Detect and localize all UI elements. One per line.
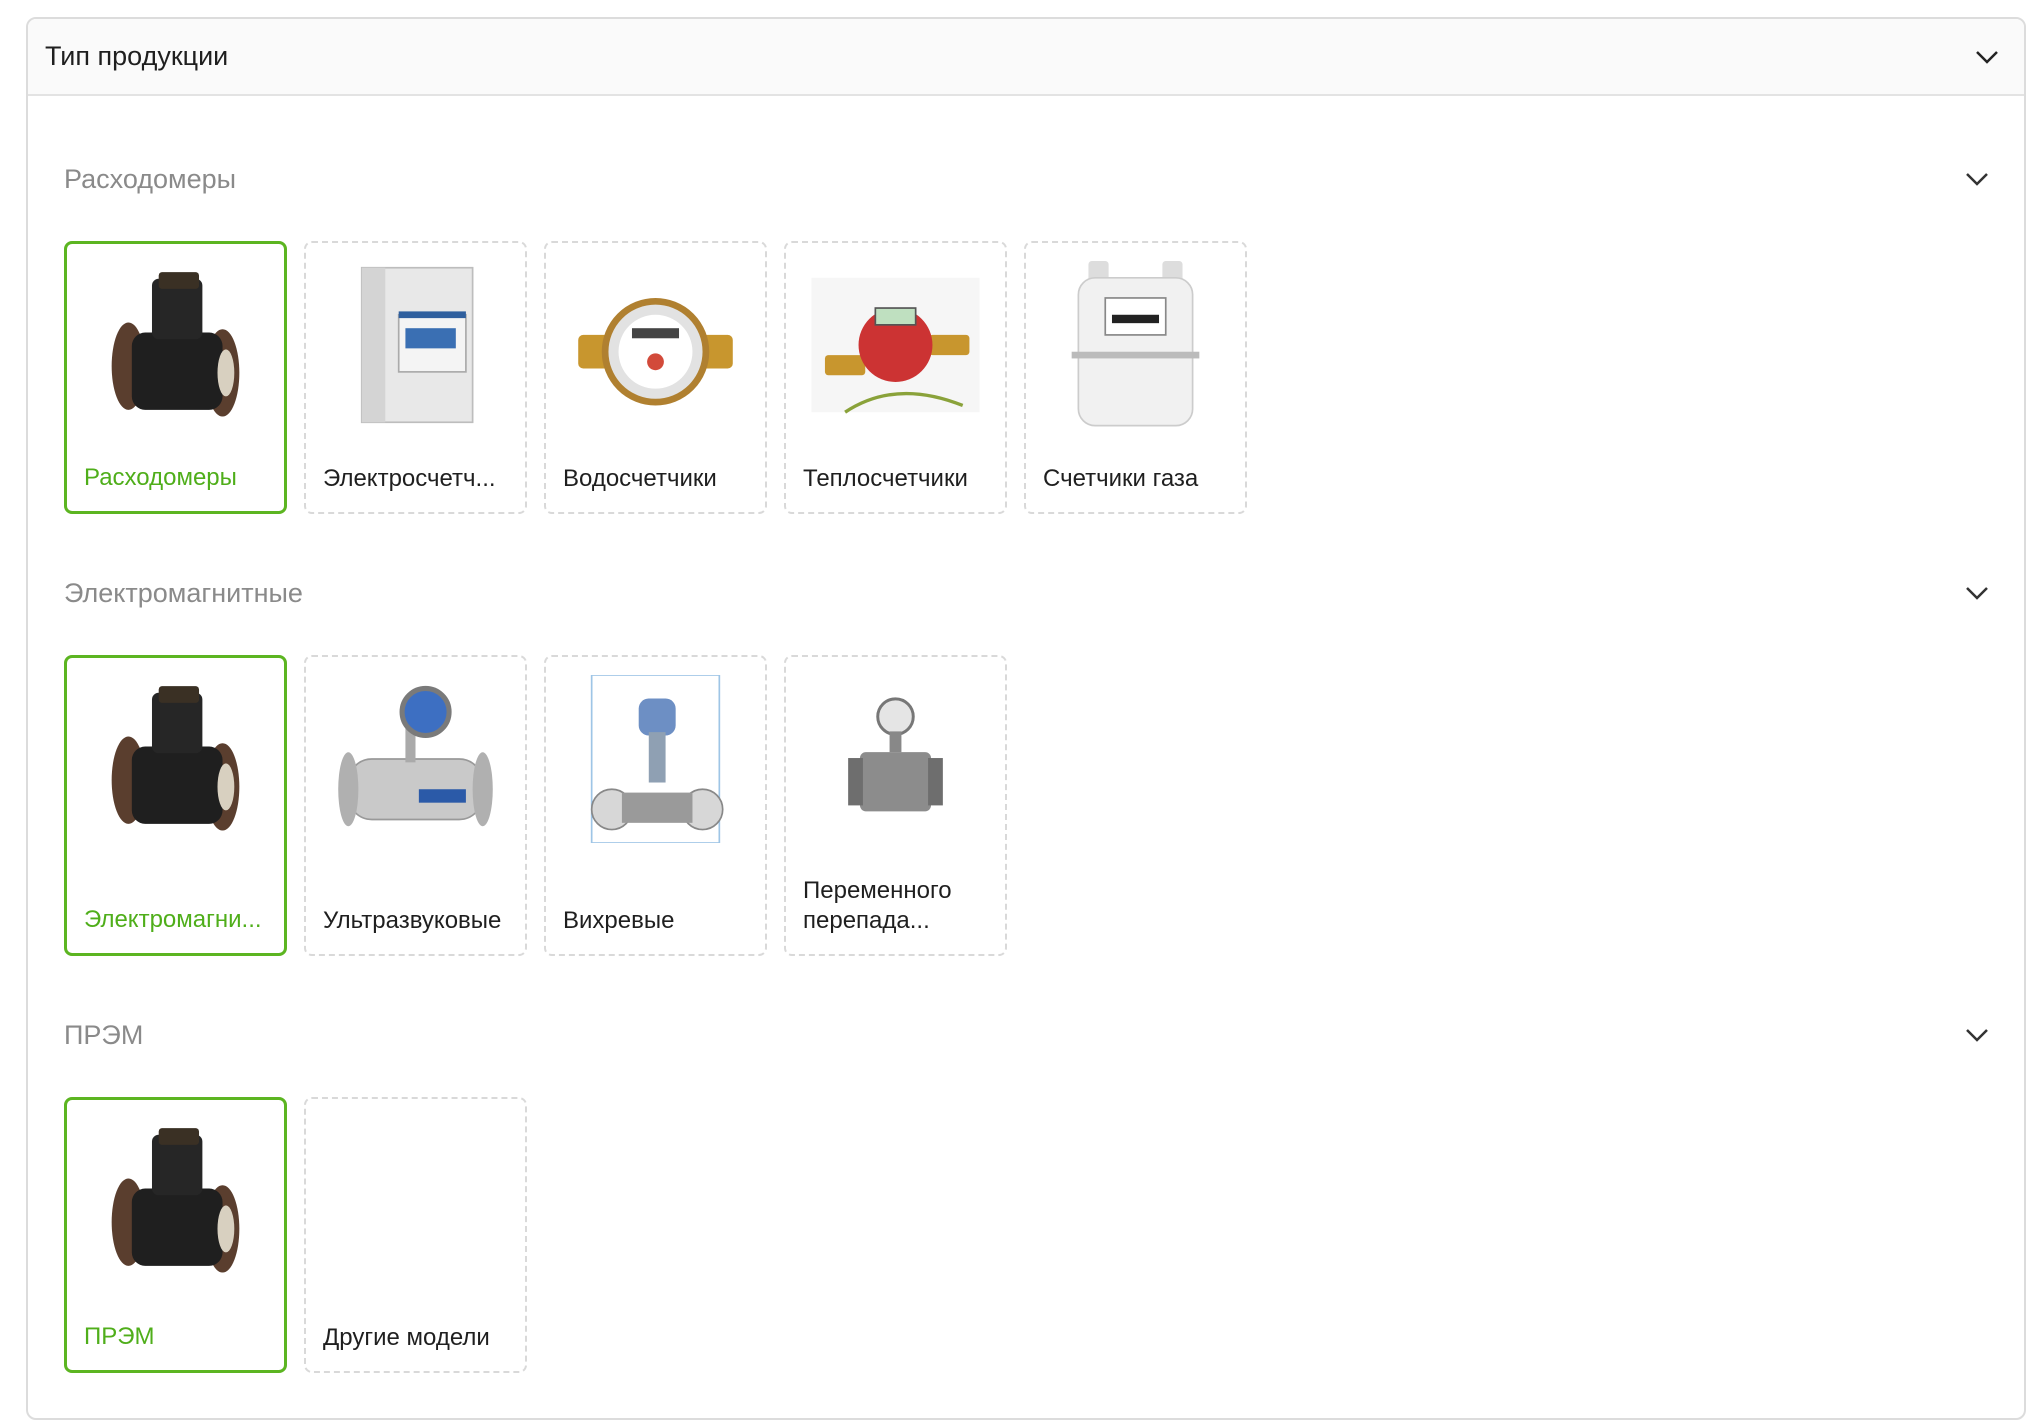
water-meter-image: [562, 261, 749, 429]
group-title: Электромагнитные: [64, 577, 303, 608]
flowmeter-image: [83, 262, 268, 430]
card-ultrasonic[interactable]: Ультразвуковые: [304, 655, 527, 956]
card-label: Переменного перепада...: [803, 877, 952, 934]
group-prem: ПРЭМ ПРЭМ Другие модели: [64, 1015, 2004, 1373]
card-electricity-meters[interactable]: Электросчетч...: [304, 241, 527, 514]
card-label: Электросчетч...: [323, 465, 496, 492]
card-electromagnetic[interactable]: Электромагни...: [64, 655, 287, 956]
card-other-models[interactable]: Другие модели: [304, 1097, 527, 1373]
card-water-meters[interactable]: Водосчетчики: [544, 241, 767, 514]
card-heat-meters[interactable]: Теплосчетчики: [784, 241, 1007, 514]
group-title: ПРЭМ: [64, 1019, 144, 1050]
card-label: Другие модели: [323, 1324, 490, 1351]
card-label: Водосчетчики: [563, 465, 717, 492]
gas-meter-image: [1042, 261, 1229, 429]
flowmeter-image: [83, 1118, 268, 1286]
group-electromagnetic: Электромагнитные Электромагни... Ультраз…: [64, 573, 2004, 956]
card-gas-meters[interactable]: Счетчики газа: [1024, 241, 1247, 514]
product-type-panel: Тип продукции Расходомеры Расходомеры Эл…: [26, 17, 2026, 1420]
product-type-header[interactable]: Тип продукции: [28, 19, 2024, 96]
card-label: Электромагни...: [84, 906, 262, 933]
heat-meter-image: [802, 261, 989, 429]
card-prem[interactable]: ПРЭМ: [64, 1097, 287, 1373]
card-vortex[interactable]: Вихревые: [544, 655, 767, 956]
card-label: Ультразвуковые: [323, 907, 502, 934]
chevron-down-icon[interactable]: [1962, 164, 1992, 194]
card-label: ПРЭМ: [84, 1323, 155, 1350]
flowmeter-image: [83, 676, 268, 844]
chevron-down-icon[interactable]: [1962, 578, 1992, 608]
chevron-down-icon[interactable]: [1972, 42, 2002, 72]
card-label: Счетчики газа: [1043, 465, 1199, 492]
chevron-down-icon[interactable]: [1962, 1020, 1992, 1050]
electricity-meter-image: [322, 261, 509, 429]
panel-title: Тип продукции: [45, 41, 229, 71]
card-flowmeters[interactable]: Расходомеры: [64, 241, 287, 514]
ultrasonic-meter-image: [322, 675, 509, 843]
card-label: Вихревые: [563, 907, 675, 934]
card-differential-pressure[interactable]: Переменного перепада...: [784, 655, 1007, 956]
card-label: Расходомеры: [84, 464, 237, 491]
group-flowmeters: Расходомеры Расходомеры Электросчетч... …: [64, 159, 2004, 514]
differential-pressure-meter-image: [802, 687, 989, 835]
vortex-meter-image: [562, 675, 749, 843]
group-title: Расходомеры: [64, 163, 237, 194]
card-label: Теплосчетчики: [803, 465, 968, 492]
